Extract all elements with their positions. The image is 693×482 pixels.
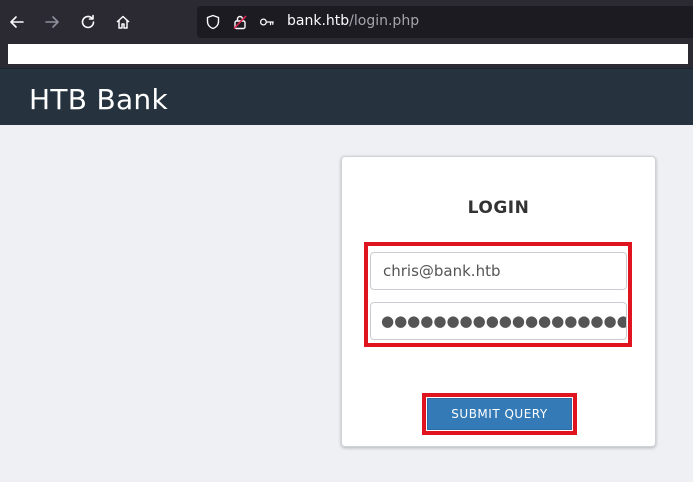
home-icon: [116, 15, 130, 29]
email-input[interactable]: chris@bank.htb: [370, 252, 627, 290]
key-icon[interactable]: [259, 14, 275, 30]
url-path: /login.php: [349, 13, 420, 29]
back-button[interactable]: [6, 11, 28, 33]
bookmarks-bar: [0, 44, 693, 68]
submit-button[interactable]: SUBMIT QUERY: [427, 398, 572, 430]
back-arrow-icon: [10, 16, 24, 28]
brand-title[interactable]: HTB Bank: [29, 83, 168, 116]
insecure-lock-icon[interactable]: [232, 14, 248, 30]
forward-button[interactable]: [41, 11, 63, 33]
password-input[interactable]: ●●●●●●●●●●●●●●●●●●●●: [370, 302, 627, 340]
url-text[interactable]: bank.htb/login.php: [287, 13, 419, 29]
reload-icon: [81, 14, 95, 29]
shield-icon[interactable]: [205, 14, 221, 30]
login-title: LOGIN: [467, 198, 530, 218]
redacted-area: [8, 44, 688, 64]
browser-toolbar: bank.htb/login.php: [0, 0, 693, 44]
app-header: HTB Bank: [0, 68, 693, 125]
url-host: bank.htb: [287, 13, 350, 29]
forward-arrow-icon: [45, 16, 59, 28]
reload-button[interactable]: [77, 11, 99, 33]
home-button[interactable]: [112, 11, 134, 33]
url-bar[interactable]: bank.htb/login.php: [197, 6, 693, 38]
login-card: LOGIN chris@bank.htb ●●●●●●●●●●●●●●●●●●●…: [341, 156, 656, 447]
